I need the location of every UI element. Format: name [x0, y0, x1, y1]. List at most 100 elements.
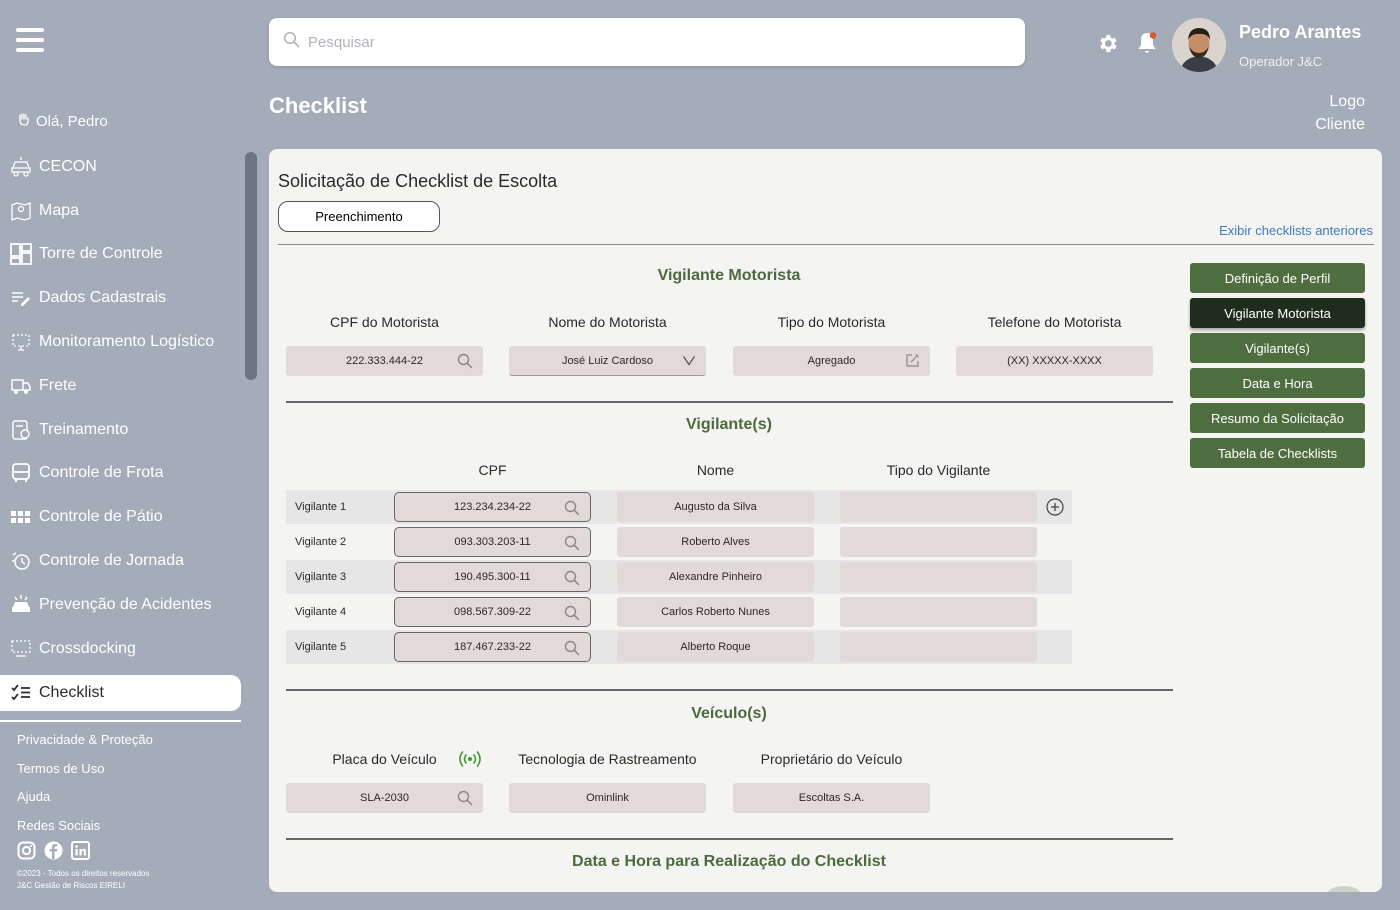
- label-driver-type: Tipo do Motorista: [777, 314, 886, 330]
- driver-type-field[interactable]: Agregado: [733, 346, 930, 376]
- search-icon[interactable]: [564, 570, 580, 589]
- sidebar-item-label: Checklist: [39, 683, 104, 701]
- guard-type-field[interactable]: [840, 597, 1037, 627]
- sidebar-item-frete[interactable]: Frete: [0, 364, 245, 408]
- guard-type-field[interactable]: [840, 492, 1037, 522]
- sidebar-scrollbar[interactable]: [245, 152, 257, 380]
- signal-icon: [458, 750, 482, 773]
- sidebar-item-controle-de-patio[interactable]: Controle de Pátio: [0, 495, 245, 539]
- menu-icon[interactable]: [16, 28, 44, 56]
- guard-cpf-field[interactable]: 187.467.233-22: [394, 632, 591, 662]
- sidebar-item-label: Controle de Pátio: [39, 508, 163, 526]
- step-button[interactable]: Data e Hora: [1190, 368, 1365, 398]
- guard-row-label: Vigilante 3: [295, 571, 347, 583]
- search-icon[interactable]: [564, 605, 580, 624]
- checklist-card: Solicitação de Checklist de Escolta Pree…: [269, 149, 1382, 892]
- add-circle-icon[interactable]: [1046, 498, 1064, 521]
- sidebar-item-controle-de-frota[interactable]: Controle de Frota: [0, 452, 245, 496]
- guard-name-field[interactable]: Carlos Roberto Nunes: [617, 597, 814, 627]
- sidebar-item-crossdocking[interactable]: Crossdocking: [0, 627, 245, 671]
- footer-link-terms[interactable]: Termos de Uso: [17, 759, 153, 788]
- search-icon[interactable]: [457, 790, 473, 809]
- search-icon[interactable]: [564, 640, 580, 659]
- step-button[interactable]: Vigilante Motorista: [1190, 298, 1365, 328]
- search-bar[interactable]: [269, 18, 1025, 66]
- sidebar-item-label: Treinamento: [39, 420, 129, 438]
- instagram-icon[interactable]: [17, 841, 36, 865]
- label-vehicle-plate: Placa do Veículo: [332, 751, 437, 767]
- label-guard-type: Tipo do Vigilante: [886, 462, 991, 478]
- avatar[interactable]: [1172, 18, 1226, 72]
- search-icon[interactable]: [564, 535, 580, 554]
- sidebar-item-prevencao-de-acidentes[interactable]: Prevenção de Acidentes: [0, 583, 245, 627]
- sidebar-item-checklist[interactable]: Checklist: [0, 674, 241, 711]
- footer-link-privacy[interactable]: Privacidade & Proteção: [17, 730, 153, 759]
- step-button[interactable]: Definição de Perfil: [1190, 263, 1365, 293]
- guard-cpf-field[interactable]: 190.495.300-11: [394, 562, 591, 592]
- guard-row: Vigilante 1 123.234.234-22 Augusto da Silv…: [286, 490, 1072, 524]
- guard-cpf-field[interactable]: 123.234.234-22: [394, 492, 591, 522]
- previous-checklists-link[interactable]: Exibir checklists anteriores: [1219, 223, 1373, 238]
- sidebar-item-controle-de-jornada[interactable]: Controle de Jornada: [0, 539, 245, 583]
- guard-name-field[interactable]: Augusto da Silva: [617, 492, 814, 522]
- driver-phone-value: (XX) XXXXX-XXXX: [1007, 355, 1102, 367]
- bell-icon[interactable]: [1136, 31, 1159, 61]
- search-icon[interactable]: [564, 500, 580, 519]
- guard-name-field[interactable]: Roberto Alves: [617, 527, 814, 557]
- guard-row-label: Vigilante 4: [295, 606, 347, 618]
- vehicle-owner-field[interactable]: Escoltas S.A.: [733, 783, 930, 813]
- guard-type-field[interactable]: [840, 527, 1037, 557]
- footer-link-social[interactable]: Redes Sociais: [17, 816, 153, 845]
- guard-name-value: Augusto da Silva: [674, 501, 757, 513]
- search-icon[interactable]: [457, 353, 473, 372]
- guard-type-field[interactable]: [840, 562, 1037, 592]
- user-role: Operador J&C: [1239, 54, 1323, 69]
- sidebar-item-label: Crossdocking: [39, 639, 136, 657]
- vehicle-plate-field[interactable]: SLA-2030: [286, 783, 483, 813]
- facebook-icon[interactable]: [44, 841, 63, 865]
- sidebar-item-mapa[interactable]: Mapa: [0, 189, 245, 233]
- checklist-icon: [9, 681, 33, 705]
- user-name[interactable]: Pedro Arantes: [1239, 22, 1361, 43]
- corner-decoration: [1326, 886, 1362, 892]
- driver-name-select[interactable]: José Luiz Cardoso: [509, 346, 706, 376]
- chevron-down-icon[interactable]: [682, 353, 696, 370]
- guard-cpf-field[interactable]: 098.567.309-22: [394, 597, 591, 627]
- step-button[interactable]: Tabela de Checklists: [1190, 438, 1365, 468]
- sidebar-item-torre-de-controle[interactable]: Torre de Controle: [0, 233, 245, 277]
- search-icon: [283, 31, 300, 53]
- sidebar-item-label: Mapa: [39, 201, 80, 219]
- guard-name-field[interactable]: Alberto Roque: [617, 632, 814, 662]
- footer-link-help[interactable]: Ajuda: [17, 787, 153, 816]
- sidebar-item-monitoramento-logistico[interactable]: Monitoramento Logístico: [0, 320, 245, 364]
- car-icon: [9, 155, 33, 179]
- guard-name-field[interactable]: Alexandre Pinheiro: [617, 562, 814, 592]
- training-icon: [9, 418, 33, 442]
- fill-tab-button[interactable]: Preenchimento: [278, 201, 440, 232]
- search-input[interactable]: [308, 33, 988, 51]
- step-button[interactable]: Vigilante(s): [1190, 333, 1365, 363]
- copyright-line: ©2023 - Todos os direitos reservados: [17, 869, 150, 878]
- guard-type-field[interactable]: [840, 632, 1037, 662]
- step-button[interactable]: Resumo da Solicitação: [1190, 403, 1365, 433]
- driver-cpf-field[interactable]: 222.333.444-22: [286, 346, 483, 376]
- client-logo-line-1: Logo: [1329, 93, 1365, 110]
- page-title: Checklist: [269, 93, 367, 118]
- company-line: J&C Gestão de Riscos EIRELI: [17, 881, 126, 890]
- driver-name-value: José Luiz Cardoso: [561, 354, 654, 367]
- edit-icon[interactable]: [905, 353, 920, 371]
- linkedin-icon[interactable]: [71, 841, 90, 865]
- sidebar-item-label: Torre de Controle: [39, 245, 163, 263]
- guard-cpf-field[interactable]: 093.303.203-11: [394, 527, 591, 557]
- sidebar-item-treinamento[interactable]: Treinamento: [0, 408, 245, 452]
- driver-phone-field[interactable]: (XX) XXXXX-XXXX: [956, 346, 1153, 376]
- guard-row: Vigilante 2 093.303.203-11 Roberto Alves: [286, 525, 1072, 559]
- guard-cpf-value: 123.234.234-22: [453, 501, 532, 513]
- sidebar-item-cecon[interactable]: CECON: [0, 145, 245, 189]
- guard-row-label: Vigilante 5: [295, 641, 347, 653]
- sidebar-divider: [0, 720, 241, 722]
- gear-icon[interactable]: [1096, 32, 1119, 60]
- vehicle-tracking-field[interactable]: Ominlink: [509, 783, 706, 813]
- truck-icon: [9, 374, 33, 398]
- sidebar-item-dados-cadastrais[interactable]: Dados Cadastrais: [0, 276, 245, 320]
